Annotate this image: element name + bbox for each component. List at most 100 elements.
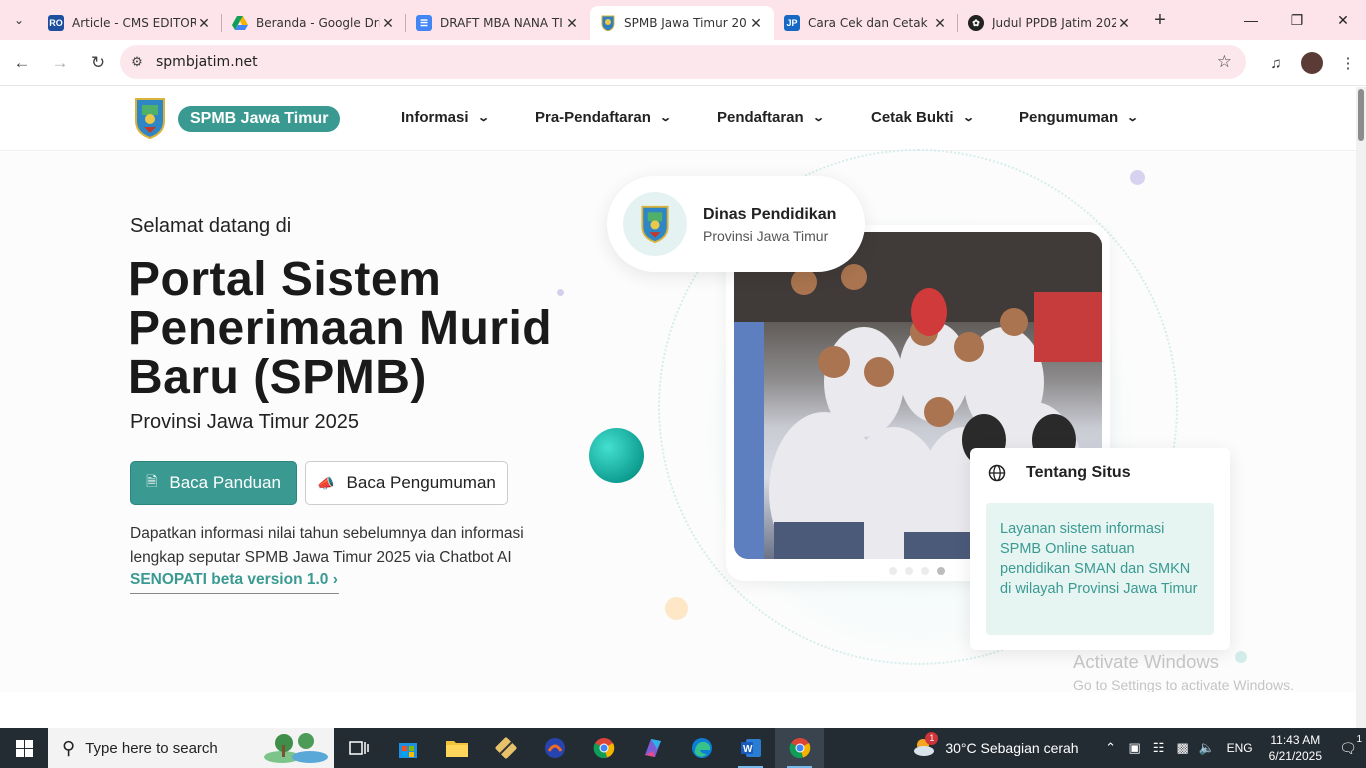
close-icon[interactable]: ✕ [1116, 15, 1132, 32]
east-java-crest-icon[interactable] [134, 97, 166, 139]
menu-label: Cetak Bukti [871, 109, 954, 126]
notes-app-button[interactable] [481, 728, 530, 768]
edge-button[interactable] [677, 728, 726, 768]
east-java-crest-favicon-icon [600, 15, 616, 31]
about-header: Tentang Situs [988, 464, 1131, 482]
site-info-icon[interactable]: ⚙ [120, 54, 154, 70]
weather-badge: 1 [925, 731, 939, 745]
reload-icon[interactable]: ↻ [80, 45, 116, 81]
carousel-dot[interactable] [905, 567, 913, 575]
restore-icon[interactable]: ❐ [1274, 0, 1320, 40]
profile-avatar[interactable] [1301, 52, 1323, 74]
web-page: SPMB Jawa Timur Informasi ⌄ Pra-Pendaftar… [0, 87, 1356, 728]
close-icon[interactable]: ✕ [932, 15, 948, 32]
menu-pra-pendaftaran[interactable]: Pra-Pendaftaran ⌄ [535, 109, 672, 126]
tab-cms-editor[interactable]: RO Article - CMS EDITOR ✕ [38, 6, 222, 40]
windows-taskbar: ⚲ Type here to search W 1 30°C Sebagian … [0, 728, 1366, 768]
decorative-teal-sphere [589, 428, 644, 483]
baca-panduan-button[interactable]: 🗎 Baca Panduan [130, 461, 297, 505]
task-view-icon [348, 741, 369, 755]
address-bar[interactable]: ⚙ spmbjatim.net ☆ [120, 45, 1246, 79]
carousel-indicators [889, 567, 953, 575]
close-icon[interactable]: ✕ [748, 15, 764, 32]
document-icon: 🗎 [146, 473, 158, 489]
google-drive-icon [232, 15, 248, 31]
tab-google-docs[interactable]: ☰ DRAFT MBA NANA TI ✕ [406, 6, 590, 40]
forward-arrow-icon[interactable]: → [42, 45, 78, 81]
chrome-icon [789, 738, 810, 759]
menu-pendaftaran[interactable]: Pendaftaran ⌄ [717, 109, 825, 126]
weather-partly-cloudy-icon: 1 [911, 731, 939, 761]
folder-icon [445, 741, 468, 757]
close-icon[interactable]: ✕ [564, 15, 580, 32]
close-window-icon[interactable]: ✕ [1320, 0, 1366, 40]
page-scrollbar[interactable] [1356, 87, 1366, 728]
decorative-dot [1235, 651, 1247, 663]
media-control-icon[interactable]: ♫ [1258, 46, 1294, 80]
pencil-app-icon [495, 737, 516, 759]
baca-pengumuman-button[interactable]: 📣 Baca Pengumuman [305, 461, 508, 505]
m365-button[interactable] [628, 728, 677, 768]
word-button[interactable]: W [726, 728, 775, 768]
chrome-icon [593, 738, 614, 759]
system-tray: 1 30°C Sebagian cerah ⌃ ▣ ☷ ▩ 🔈 ENG 11:4… [911, 728, 1366, 768]
brand-badge[interactable]: SPMB Jawa Timur [178, 106, 341, 132]
language-indicator[interactable]: ENG [1227, 741, 1253, 755]
tab-title: DRAFT MBA NANA TI [440, 16, 563, 30]
activate-windows-title: Activate Windows [1073, 651, 1219, 672]
carousel-dot[interactable] [889, 567, 897, 575]
display-icon[interactable]: ▩ [1171, 740, 1195, 756]
close-icon[interactable]: ✕ [380, 15, 396, 32]
taskbar-search-box[interactable]: ⚲ Type here to search [48, 728, 334, 768]
menu-informasi[interactable]: Informasi ⌄ [401, 109, 490, 126]
link-label: SENOPATI beta version 1.0 [130, 571, 329, 588]
menu-cetak-bukti[interactable]: Cetak Bukti ⌄ [871, 109, 975, 126]
volume-icon[interactable]: 🔈 [1195, 740, 1219, 756]
file-explorer-button[interactable] [432, 728, 481, 768]
tab-spmb-active[interactable]: SPMB Jawa Timur 20 ✕ [590, 6, 774, 40]
tentang-situs-card: Tentang Situs Layanan sistem informasi S… [970, 448, 1230, 650]
meet-icon[interactable]: ▣ [1123, 740, 1147, 756]
search-icon: ⚲ [62, 737, 76, 758]
scrollbar-thumb[interactable] [1358, 89, 1364, 141]
app-button[interactable] [530, 728, 579, 768]
notification-center-button[interactable]: 🗨 1 [1330, 734, 1366, 757]
tab-google-drive[interactable]: Beranda - Google Dri ✕ [222, 6, 406, 40]
bookmark-star-icon[interactable]: ☆ [1217, 52, 1232, 72]
microsoft-store-button[interactable] [383, 728, 432, 768]
tab-cara-cek[interactable]: JP Cara Cek dan Cetak E ✕ [774, 6, 958, 40]
tab-title: SPMB Jawa Timur 20 [624, 16, 747, 30]
close-icon[interactable]: ✕ [196, 15, 212, 32]
menu-label: Informasi [401, 109, 469, 126]
clock[interactable]: 11:43 AM 6/21/2025 [1269, 732, 1322, 764]
chrome-button[interactable] [579, 728, 628, 768]
chevron-up-icon[interactable]: ⌃ [1099, 740, 1123, 756]
menu-pengumuman[interactable]: Pengumuman ⌄ [1019, 109, 1139, 126]
carousel-dot-active[interactable] [937, 567, 945, 575]
tab-judul-ppdb[interactable]: ✿ Judul PPDB Jatim 202 ✕ [958, 6, 1142, 40]
menu-label: Pengumuman [1019, 109, 1119, 126]
back-arrow-icon[interactable]: ← [4, 45, 40, 81]
chrome-profile-button[interactable] [775, 728, 824, 768]
clock-date: 6/21/2025 [1268, 749, 1322, 763]
window-controls: — ❐ ✕ [1228, 0, 1366, 40]
more-menu-icon[interactable]: ⋮ [1330, 46, 1366, 80]
tab-search-button[interactable]: ⌄ [0, 0, 38, 40]
chevron-down-icon: ⌄ [961, 112, 975, 124]
minimize-icon[interactable]: — [1228, 0, 1274, 40]
weather-widget[interactable]: 1 30°C Sebagian cerah [911, 731, 1079, 761]
about-body: Layanan sistem informasi SPMB Online sat… [986, 503, 1214, 635]
network-icon[interactable]: ☷ [1147, 740, 1171, 756]
google-docs-icon: ☰ [416, 15, 432, 31]
carousel-dot[interactable] [921, 567, 929, 575]
activate-windows-subtitle: Go to Settings to activate Windows. [1073, 677, 1294, 693]
chevron-down-icon: ⌄ [811, 112, 825, 124]
task-view-button[interactable] [334, 728, 383, 768]
senopati-link[interactable]: SENOPATI beta version 1.0 › [130, 571, 339, 594]
url-text[interactable]: spmbjatim.net [156, 54, 258, 70]
button-label: Baca Pengumuman [346, 473, 496, 492]
globe-icon [988, 464, 1006, 482]
tab-title: Judul PPDB Jatim 202 [992, 16, 1116, 30]
new-tab-button[interactable]: + [1142, 0, 1178, 40]
windows-start-button[interactable] [0, 728, 48, 768]
